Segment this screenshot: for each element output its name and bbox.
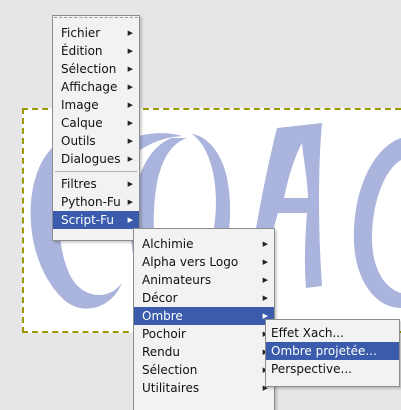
menu-item-dialogues[interactable]: Dialogues ▶ [53,150,139,168]
submenu-item-ombre-projetee[interactable]: Ombre projetée... [266,342,399,360]
menu-item-filtres[interactable]: Filtres ▶ [53,175,139,193]
menu-item-label: Utilitaires [142,381,200,395]
image-menu: Fichier ▶ Édition ▶ Sélection ▶ Affichage ▶ … [52,15,140,241]
script-fu-submenu: Alchimie ▶ Alpha vers Logo ▶ Animateurs ▶ D… [133,228,275,410]
menu-item-label: Filtres [61,177,97,191]
submenu-item-animateurs[interactable]: Animateurs ▶ [134,271,274,289]
menu-item-label: Sélection [61,62,117,76]
submenu-arrow-icon: ▶ [127,137,133,145]
menu-item-label: Décor [142,291,178,305]
submenu-arrow-icon: ▶ [127,155,133,163]
menu-item-label: Affichage [61,80,118,94]
submenu-item-perspective[interactable]: Perspective... [266,360,399,378]
submenu-item-pochoir[interactable]: Pochoir▶ [134,325,274,343]
menu-item-label: Pochoir [142,327,186,341]
menu-item-label: Animateurs [142,273,212,287]
menu-item-label: Fichier [61,26,101,40]
submenu-item-ombre[interactable]: Ombre ▶ [134,307,274,325]
submenu-item-alchimie[interactable]: Alchimie ▶ [134,235,274,253]
submenu-item-selection[interactable]: Sélection▶ [134,361,274,379]
menu-item-label: Outils [61,134,96,148]
submenu-arrow-icon: ▶ [127,119,133,127]
menu-item-label: Édition [61,44,103,58]
submenu-arrow-icon: ▶ [262,240,268,248]
submenu-item-alpha-vers-logo[interactable]: Alpha vers Logo ▶ [134,253,274,271]
menu-item-python-fu[interactable]: Python-Fu ▶ [53,193,139,211]
menu-item-label: Ombre [142,309,183,323]
menu-item-outils[interactable]: Outils ▶ [53,132,139,150]
menu-item-label: Image [61,98,99,112]
submenu-item-effet-xach[interactable]: Effet Xach... [266,324,399,342]
ombre-submenu: Effet Xach... Ombre projetée... Perspect… [265,319,400,387]
menu-item-label: Alchimie [142,237,194,251]
tearoff-line[interactable] [54,17,138,18]
submenu-item-utilitaires[interactable]: Utilitaires ▶ [134,379,274,397]
submenu-item-rendu[interactable]: Rendu▶ [134,343,274,361]
menu-item-label: Effet Xach... [271,326,344,340]
menu-separator [55,171,137,172]
menu-item-affichage[interactable]: Affichage ▶ [53,78,139,96]
menu-item-label: Ombre projetée... [271,344,377,358]
menu-item-label: Python-Fu [61,195,121,209]
submenu-arrow-icon: ▶ [127,216,133,224]
menu-item-fichier[interactable]: Fichier ▶ [53,24,139,42]
menu-item-label: Script-Fu [61,213,114,227]
menu-item-label: Sélection [142,363,198,377]
submenu-arrow-icon: ▶ [127,47,133,55]
submenu-arrow-icon: ▶ [262,258,268,266]
menu-item-image[interactable]: Image ▶ [53,96,139,114]
submenu-item-decor[interactable]: Décor ▶ [134,289,274,307]
submenu-arrow-icon: ▶ [262,294,268,302]
menu-item-selection[interactable]: Sélection ▶ [53,60,139,78]
menu-item-label: Calque [61,116,103,130]
menu-item-label: Rendu [142,345,181,359]
menu-item-label: Dialogues [61,152,121,166]
menu-item-label: Perspective... [271,362,352,376]
submenu-arrow-icon: ▶ [127,83,133,91]
menu-item-edition[interactable]: Édition ▶ [53,42,139,60]
submenu-arrow-icon: ▶ [127,101,133,109]
submenu-arrow-icon: ▶ [127,180,133,188]
submenu-arrow-icon: ▶ [127,29,133,37]
artwork-letter-g [353,138,401,308]
submenu-arrow-icon: ▶ [127,65,133,73]
menu-item-calque[interactable]: Calque ▶ [53,114,139,132]
submenu-arrow-icon: ▶ [127,198,133,206]
menu-item-label: Alpha vers Logo [142,255,239,269]
menu-item-script-fu[interactable]: Script-Fu ▶ [53,211,139,229]
submenu-arrow-icon: ▶ [262,276,268,284]
